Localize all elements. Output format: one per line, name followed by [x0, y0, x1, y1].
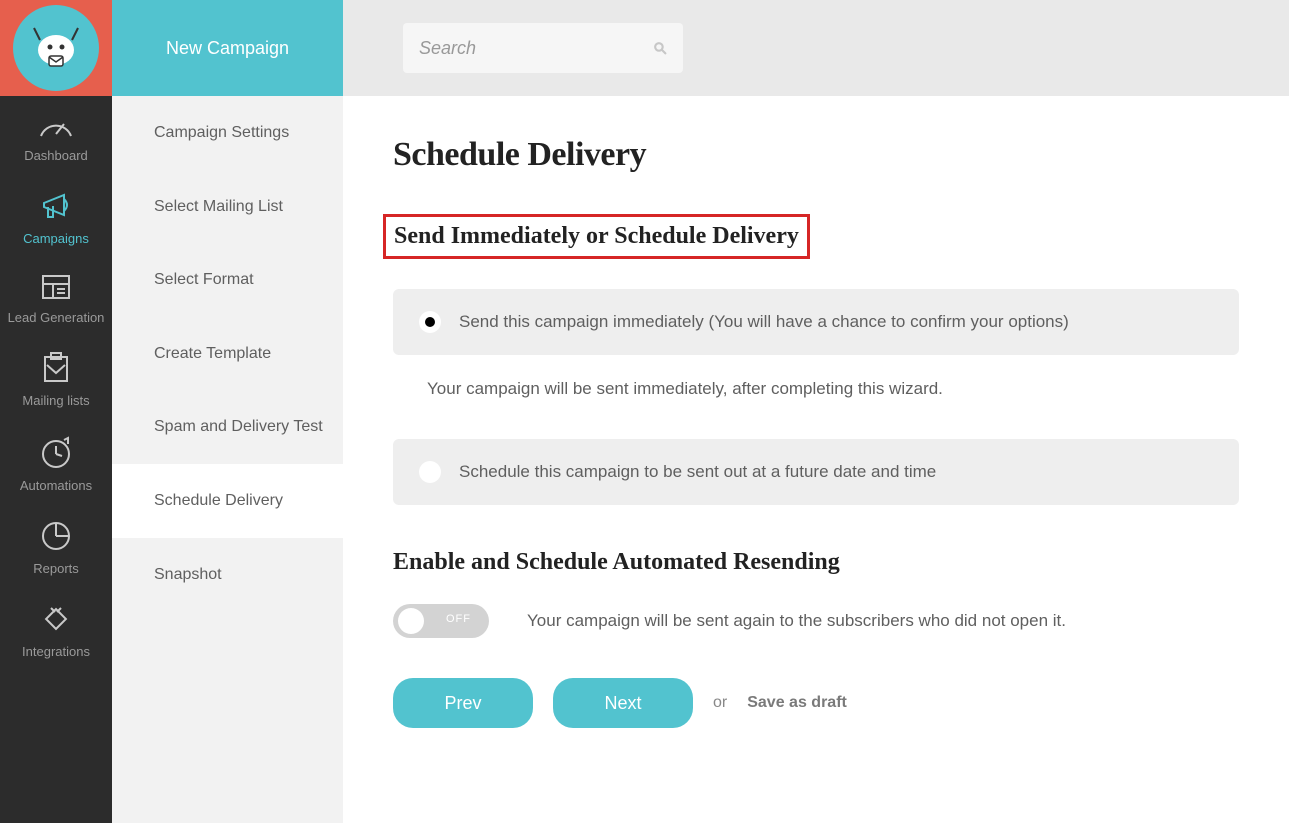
prev-button[interactable]: Prev [393, 678, 533, 728]
resend-section-title: Enable and Schedule Automated Resending [393, 549, 1239, 576]
nav-label: Campaigns [23, 231, 89, 246]
next-button[interactable]: Next [553, 678, 693, 728]
footer-buttons: Prev Next or Save as draft [393, 678, 1239, 728]
nav-reports[interactable]: Reports [0, 505, 112, 588]
toggle-state-label: OFF [446, 613, 471, 625]
option-schedule-future-label: Schedule this campaign to be sent out at… [459, 462, 936, 482]
resend-row: OFF Your campaign will be sent again to … [393, 604, 1239, 638]
nav-lead-generation[interactable]: Lead Generation [0, 258, 112, 337]
nav-campaigns[interactable]: Campaigns [0, 175, 112, 258]
nav-label: Mailing lists [22, 393, 89, 408]
send-section-title-highlight: Send Immediately or Schedule Delivery [383, 214, 810, 259]
plug-icon [39, 602, 73, 636]
logo[interactable] [0, 0, 112, 96]
nav-mailing-lists[interactable]: Mailing lists [0, 337, 112, 420]
pie-icon [39, 519, 73, 553]
megaphone-icon [38, 189, 74, 223]
radio-unselected[interactable] [419, 461, 441, 483]
icon-sidebar: Dashboard Campaigns Lead Generation Mail… [0, 0, 112, 823]
resend-description: Your campaign will be sent again to the … [527, 611, 1066, 631]
nav-integrations[interactable]: Integrations [0, 588, 112, 671]
main: Schedule Delivery Send Immediately or Sc… [343, 0, 1289, 823]
nav-label: Automations [20, 478, 92, 493]
send-section-title: Send Immediately or Schedule Delivery [394, 223, 799, 250]
step-select-mailing-list[interactable]: Select Mailing List [112, 170, 343, 244]
clipboard-mail-icon [39, 351, 73, 385]
step-campaign-settings[interactable]: Campaign Settings [112, 96, 343, 170]
toggle-knob-icon [398, 608, 424, 634]
clock-arrow-icon [38, 434, 74, 470]
step-schedule-delivery[interactable]: Schedule Delivery [112, 464, 343, 538]
radio-dot-icon [425, 317, 435, 327]
nav-label: Integrations [22, 644, 90, 659]
content: Schedule Delivery Send Immediately or Sc… [343, 96, 1289, 823]
radio-selected[interactable] [419, 311, 441, 333]
search-box [403, 23, 683, 73]
top-bar [343, 0, 1289, 96]
or-text: or [713, 694, 727, 712]
newspaper-icon [39, 272, 73, 302]
nav-label: Reports [33, 561, 79, 576]
option-send-immediately-label: Send this campaign immediately (You will… [459, 312, 1069, 332]
step-snapshot[interactable]: Snapshot [112, 538, 343, 612]
step-spam-delivery-test[interactable]: Spam and Delivery Test [112, 390, 343, 464]
nav-automations[interactable]: Automations [0, 420, 112, 505]
nav-label: Dashboard [24, 148, 88, 163]
option-send-immediately-help: Your campaign will be sent immediately, … [393, 379, 1239, 399]
search-icon[interactable] [653, 35, 667, 61]
option-schedule-future[interactable]: Schedule this campaign to be sent out at… [393, 439, 1239, 505]
steps-header: New Campaign [112, 0, 343, 96]
logo-icon [13, 5, 99, 91]
nav-dashboard[interactable]: Dashboard [0, 96, 112, 175]
nav-label: Lead Generation [8, 310, 105, 325]
search-input[interactable] [419, 38, 653, 59]
resend-toggle[interactable]: OFF [393, 604, 489, 638]
save-draft-link[interactable]: Save as draft [747, 694, 847, 712]
step-select-format[interactable]: Select Format [112, 243, 343, 317]
gauge-icon [37, 110, 75, 140]
option-send-immediately[interactable]: Send this campaign immediately (You will… [393, 289, 1239, 355]
steps-sidebar: New Campaign Campaign Settings Select Ma… [112, 0, 343, 823]
page-title: Schedule Delivery [393, 136, 1239, 174]
step-create-template[interactable]: Create Template [112, 317, 343, 391]
